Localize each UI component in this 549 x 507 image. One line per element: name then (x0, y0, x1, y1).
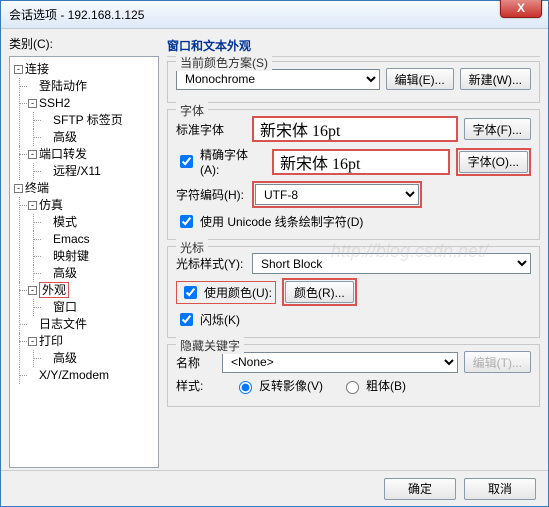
keyword-style-label: 样式: (176, 377, 216, 394)
precise-font-check[interactable]: 精确字体(A): (176, 146, 266, 177)
keyword-legend: 隐藏关键字 (176, 337, 244, 354)
unicode-lines-check[interactable]: 使用 Unicode 线条绘制字符(D) (176, 212, 531, 231)
scheme-legend: 当前颜色方案(S) (176, 54, 272, 71)
cursor-group: 光标 光标样式(Y): Short Block 使用颜色(U): 颜色(R)..… (167, 246, 540, 338)
bold-radio[interactable] (346, 381, 359, 394)
tree-node-connect[interactable]: 连接 (25, 62, 49, 76)
tree-node-xyz[interactable]: X/Y/Zmodem (39, 368, 109, 382)
dialog-footer: 确定 取消 (1, 470, 548, 506)
cursor-color-button[interactable]: 颜色(R)... (285, 281, 354, 303)
close-icon: X (517, 1, 525, 15)
inverse-radio-label[interactable]: 反转影像(V) (234, 377, 323, 394)
toggle-icon[interactable]: - (28, 201, 37, 210)
toggle-icon[interactable]: - (28, 286, 37, 295)
font-group: 字体 标准字体 新宋体 16pt 字体(F)... 精确字体(A): 新宋体 1… (167, 109, 540, 240)
std-font-button[interactable]: 字体(F)... (464, 118, 531, 140)
tree-node-sftp[interactable]: SFTP 标签页 (53, 113, 123, 127)
precise-font-button[interactable]: 字体(O)... (459, 151, 528, 173)
scheme-select[interactable]: Monochrome (176, 69, 380, 90)
close-button[interactable]: X (500, 0, 542, 18)
std-font-display: 新宋体 16pt (252, 116, 458, 142)
tree-node-appearance[interactable]: 外观 (39, 282, 69, 298)
encoding-select[interactable]: UTF-8 (255, 184, 419, 205)
tree-node-emacs[interactable]: Emacs (53, 232, 90, 246)
cursor-style-label: 光标样式(Y): (176, 255, 246, 272)
category-tree[interactable]: -连接 登陆动作 -SSH2 SFTP 标签页 高级 -端口转发 (9, 56, 159, 468)
precise-font-checkbox[interactable] (180, 155, 193, 168)
tree-node-logfile[interactable]: 日志文件 (39, 317, 87, 331)
std-font-label: 标准字体 (176, 121, 246, 138)
keyword-name-select[interactable]: <None> (222, 352, 458, 373)
tree-node-adv3[interactable]: 高级 (53, 351, 77, 365)
blink-check[interactable]: 闪烁(K) (176, 310, 531, 329)
scheme-new-button[interactable]: 新建(W)... (460, 68, 531, 90)
tree-node-window[interactable]: 窗口 (53, 300, 77, 314)
tree-node-remote[interactable]: 远程/X11 (53, 164, 101, 178)
scheme-edit-button[interactable]: 编辑(E)... (386, 68, 454, 90)
tree-node-keymap[interactable]: 映射键 (53, 249, 89, 263)
inverse-radio[interactable] (239, 381, 252, 394)
tree-node-terminal[interactable]: 终端 (25, 181, 49, 195)
keyword-name-label: 名称 (176, 354, 216, 371)
cursor-style-select[interactable]: Short Block (252, 253, 531, 274)
bold-radio-label[interactable]: 粗体(B) (341, 377, 406, 394)
cursor-legend: 光标 (176, 239, 208, 256)
encoding-label: 字符编码(H): (176, 186, 246, 203)
toggle-icon[interactable]: - (28, 150, 37, 159)
tree-node-ssh2[interactable]: SSH2 (39, 96, 70, 110)
use-color-check[interactable]: 使用颜色(U): (180, 283, 272, 302)
settings-panel: 窗口和文本外观 当前颜色方案(S) Monochrome 编辑(E)... 新建… (167, 35, 540, 470)
tree-node-emulation[interactable]: 仿真 (39, 198, 63, 212)
cancel-button[interactable]: 取消 (464, 478, 536, 500)
tree-node-portfwd[interactable]: 端口转发 (39, 147, 87, 161)
keyword-edit-button: 编辑(T)... (464, 351, 531, 373)
dialog-window: 会话选项 - 192.168.1.125 X 类别(C): -连接 登陆动作 -… (0, 0, 549, 507)
category-panel: 类别(C): -连接 登陆动作 -SSH2 SFTP 标签页 高级 (9, 35, 159, 470)
client-area: 类别(C): -连接 登陆动作 -SSH2 SFTP 标签页 高级 (1, 29, 548, 470)
toggle-icon[interactable]: - (14, 184, 23, 193)
precise-font-display: 新宋体 16pt (272, 149, 450, 175)
window-title: 会话选项 - 192.168.1.125 (9, 6, 144, 23)
tree-node-adv2[interactable]: 高级 (53, 266, 77, 280)
blink-checkbox[interactable] (180, 313, 193, 326)
ok-button[interactable]: 确定 (384, 478, 456, 500)
scheme-group: 当前颜色方案(S) Monochrome 编辑(E)... 新建(W)... (167, 61, 540, 103)
tree-node-advanced[interactable]: 高级 (53, 130, 77, 144)
category-label: 类别(C): (9, 35, 159, 52)
tree-node-mode[interactable]: 模式 (53, 215, 77, 229)
font-legend: 字体 (176, 102, 208, 119)
keyword-group: 隐藏关键字 名称 <None> 编辑(T)... 样式: 反转影像(V) 粗体(… (167, 344, 540, 407)
toggle-icon[interactable]: - (28, 99, 37, 108)
use-color-checkbox[interactable] (184, 286, 197, 299)
toggle-icon[interactable]: - (28, 337, 37, 346)
tree-node-print[interactable]: 打印 (39, 334, 63, 348)
tree-node-login[interactable]: 登陆动作 (39, 79, 87, 93)
unicode-lines-checkbox[interactable] (180, 215, 193, 228)
toggle-icon[interactable]: - (14, 65, 23, 74)
titlebar[interactable]: 会话选项 - 192.168.1.125 X (1, 1, 548, 29)
